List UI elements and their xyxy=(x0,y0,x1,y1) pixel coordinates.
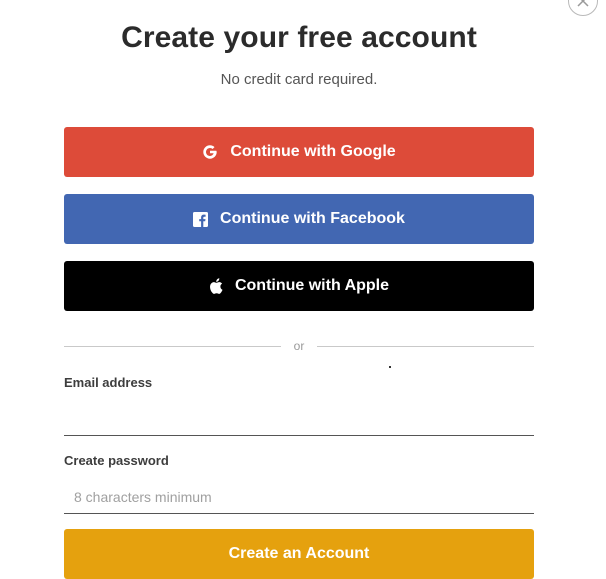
continue-with-facebook-button[interactable]: Continue with Facebook xyxy=(64,194,534,244)
google-button-label: Continue with Google xyxy=(230,143,396,160)
divider-line-right xyxy=(317,346,534,347)
apple-icon xyxy=(209,278,223,294)
close-button[interactable] xyxy=(568,0,598,16)
password-field[interactable] xyxy=(64,480,534,514)
create-account-button-label: Create an Account xyxy=(228,545,370,562)
continue-with-apple-button[interactable]: Continue with Apple xyxy=(64,261,534,311)
continue-with-google-button[interactable]: Continue with Google xyxy=(64,127,534,177)
create-account-button[interactable]: Create an Account xyxy=(64,529,534,579)
stray-dot xyxy=(389,366,391,368)
apple-button-label: Continue with Apple xyxy=(234,277,390,294)
divider-or-text: or xyxy=(293,339,305,353)
facebook-icon xyxy=(193,211,209,227)
divider-line-left xyxy=(64,346,281,347)
email-field[interactable] xyxy=(64,402,534,436)
google-g-icon xyxy=(202,144,218,160)
page-title: Create your free account xyxy=(121,21,477,54)
email-field-label: Email address xyxy=(64,375,153,390)
password-field-label: Create password xyxy=(64,453,169,468)
facebook-button-label: Continue with Facebook xyxy=(220,210,405,227)
page-subtitle: No credit card required. xyxy=(220,71,378,88)
signup-modal: Create your free account No credit card … xyxy=(0,0,606,579)
close-icon xyxy=(577,0,589,7)
